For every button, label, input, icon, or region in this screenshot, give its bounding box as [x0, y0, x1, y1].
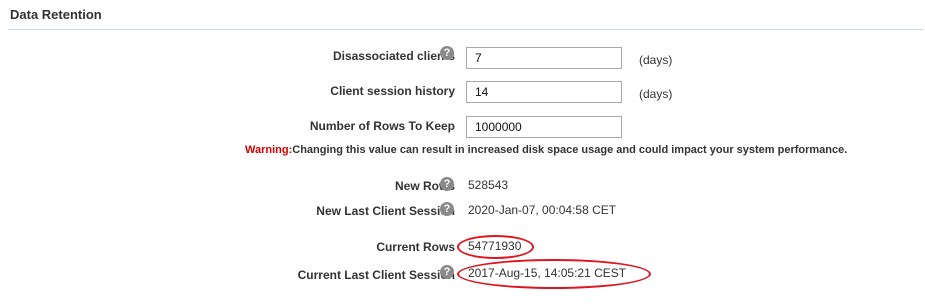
warning-label: Warning:: [245, 144, 293, 156]
disassociated-clients-input[interactable]: 7: [466, 47, 622, 69]
help-icon[interactable]: ?: [440, 202, 454, 216]
warning-text: Changing this value can result in increa…: [292, 144, 848, 156]
new-last-client-session-label: New Last Client Session: [316, 204, 455, 218]
help-icon[interactable]: ?: [440, 177, 454, 191]
section-divider: [8, 29, 923, 30]
disassociated-clients-unit: (days): [639, 53, 673, 67]
current-rows-value: 54771930: [468, 239, 522, 253]
current-last-client-session-label: Current Last Client Session: [297, 268, 455, 282]
disassociated-clients-label: Disassociated clients: [332, 49, 455, 63]
current-rows-label: Current Rows: [376, 240, 455, 254]
client-session-history-label: Client session history: [330, 84, 455, 98]
rows-to-keep-input[interactable]: 1000000: [466, 116, 622, 138]
section-title: Data Retention: [10, 7, 102, 22]
client-session-history-input[interactable]: 14: [466, 81, 622, 103]
help-icon[interactable]: ?: [440, 265, 454, 279]
help-icon[interactable]: ?: [440, 46, 454, 60]
rows-to-keep-label: Number of Rows To Keep: [309, 119, 455, 133]
new-rows-value: 528543: [468, 178, 509, 192]
current-last-client-session-value: 2017-Aug-15, 14:05:21 CEST: [468, 266, 627, 280]
new-rows-label: New Rows: [394, 179, 455, 193]
warning-message: Warning:Changing this value can result i…: [245, 144, 847, 156]
client-session-history-unit: (days): [639, 87, 673, 101]
new-last-client-session-value: 2020-Jan-07, 00:04:58 CET: [468, 203, 617, 217]
